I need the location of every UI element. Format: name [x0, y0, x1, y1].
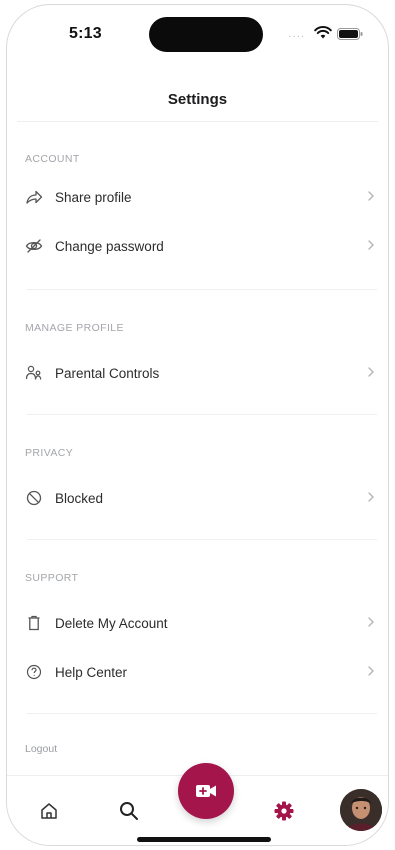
record-video-button[interactable] [178, 763, 234, 819]
phone-frame: 5:13 ···· Settings ACCOUNT Share profile [6, 4, 389, 846]
video-camera-icon [196, 785, 216, 797]
dynamic-island [149, 17, 263, 52]
share-profile-row[interactable]: Share profile [17, 177, 380, 217]
gear-icon [274, 801, 294, 821]
delete-account-row[interactable]: Delete My Account [17, 603, 380, 643]
header-divider [17, 121, 378, 122]
block-icon [23, 487, 45, 509]
blocked-label: Blocked [55, 490, 104, 506]
section-header-manage-profile: MANAGE PROFILE [25, 322, 124, 334]
parental-controls-label: Parental Controls [55, 365, 160, 381]
delete-account-label: Delete My Account [55, 615, 168, 631]
status-time: 5:13 [69, 25, 102, 42]
trash-icon [23, 612, 45, 634]
logout-button[interactable]: Logout [25, 743, 57, 755]
eye-off-icon [23, 235, 45, 257]
section-divider [27, 539, 377, 540]
change-password-label: Change password [55, 238, 164, 254]
section-header-privacy: PRIVACY [25, 447, 74, 459]
chevron-right-icon [368, 492, 374, 502]
tab-settings[interactable] [269, 796, 299, 826]
chevron-right-icon [368, 240, 374, 250]
chevron-right-icon [368, 617, 374, 627]
search-icon [120, 802, 138, 820]
share-icon [23, 186, 45, 208]
section-divider [27, 414, 377, 415]
section-divider [27, 713, 377, 714]
parental-controls-row[interactable]: Parental Controls [17, 353, 380, 393]
parental-controls-icon [23, 362, 45, 384]
share-profile-label: Share profile [55, 189, 132, 205]
tab-search[interactable] [114, 796, 144, 826]
tab-home[interactable] [34, 796, 64, 826]
help-center-label: Help Center [55, 664, 128, 680]
section-header-support: SUPPORT [25, 572, 79, 584]
help-center-row[interactable]: Help Center [17, 652, 380, 692]
page-title: Settings [167, 91, 228, 108]
chevron-right-icon [368, 666, 374, 676]
profile-photo [340, 789, 382, 831]
section-header-account: ACCOUNT [25, 153, 80, 165]
section-divider [27, 289, 377, 290]
avatar[interactable] [340, 789, 382, 831]
wifi-icon [314, 26, 332, 39]
chevron-right-icon [368, 191, 374, 201]
signal-icon: ···· [288, 31, 306, 42]
battery-icon [337, 28, 363, 40]
chevron-right-icon [368, 367, 374, 377]
home-indicator [137, 837, 271, 842]
blocked-row[interactable]: Blocked [17, 478, 380, 518]
change-password-row[interactable]: Change password [17, 226, 380, 266]
home-icon [41, 803, 57, 819]
help-icon [23, 661, 45, 683]
status-bar: 5:13 ···· [7, 5, 388, 59]
